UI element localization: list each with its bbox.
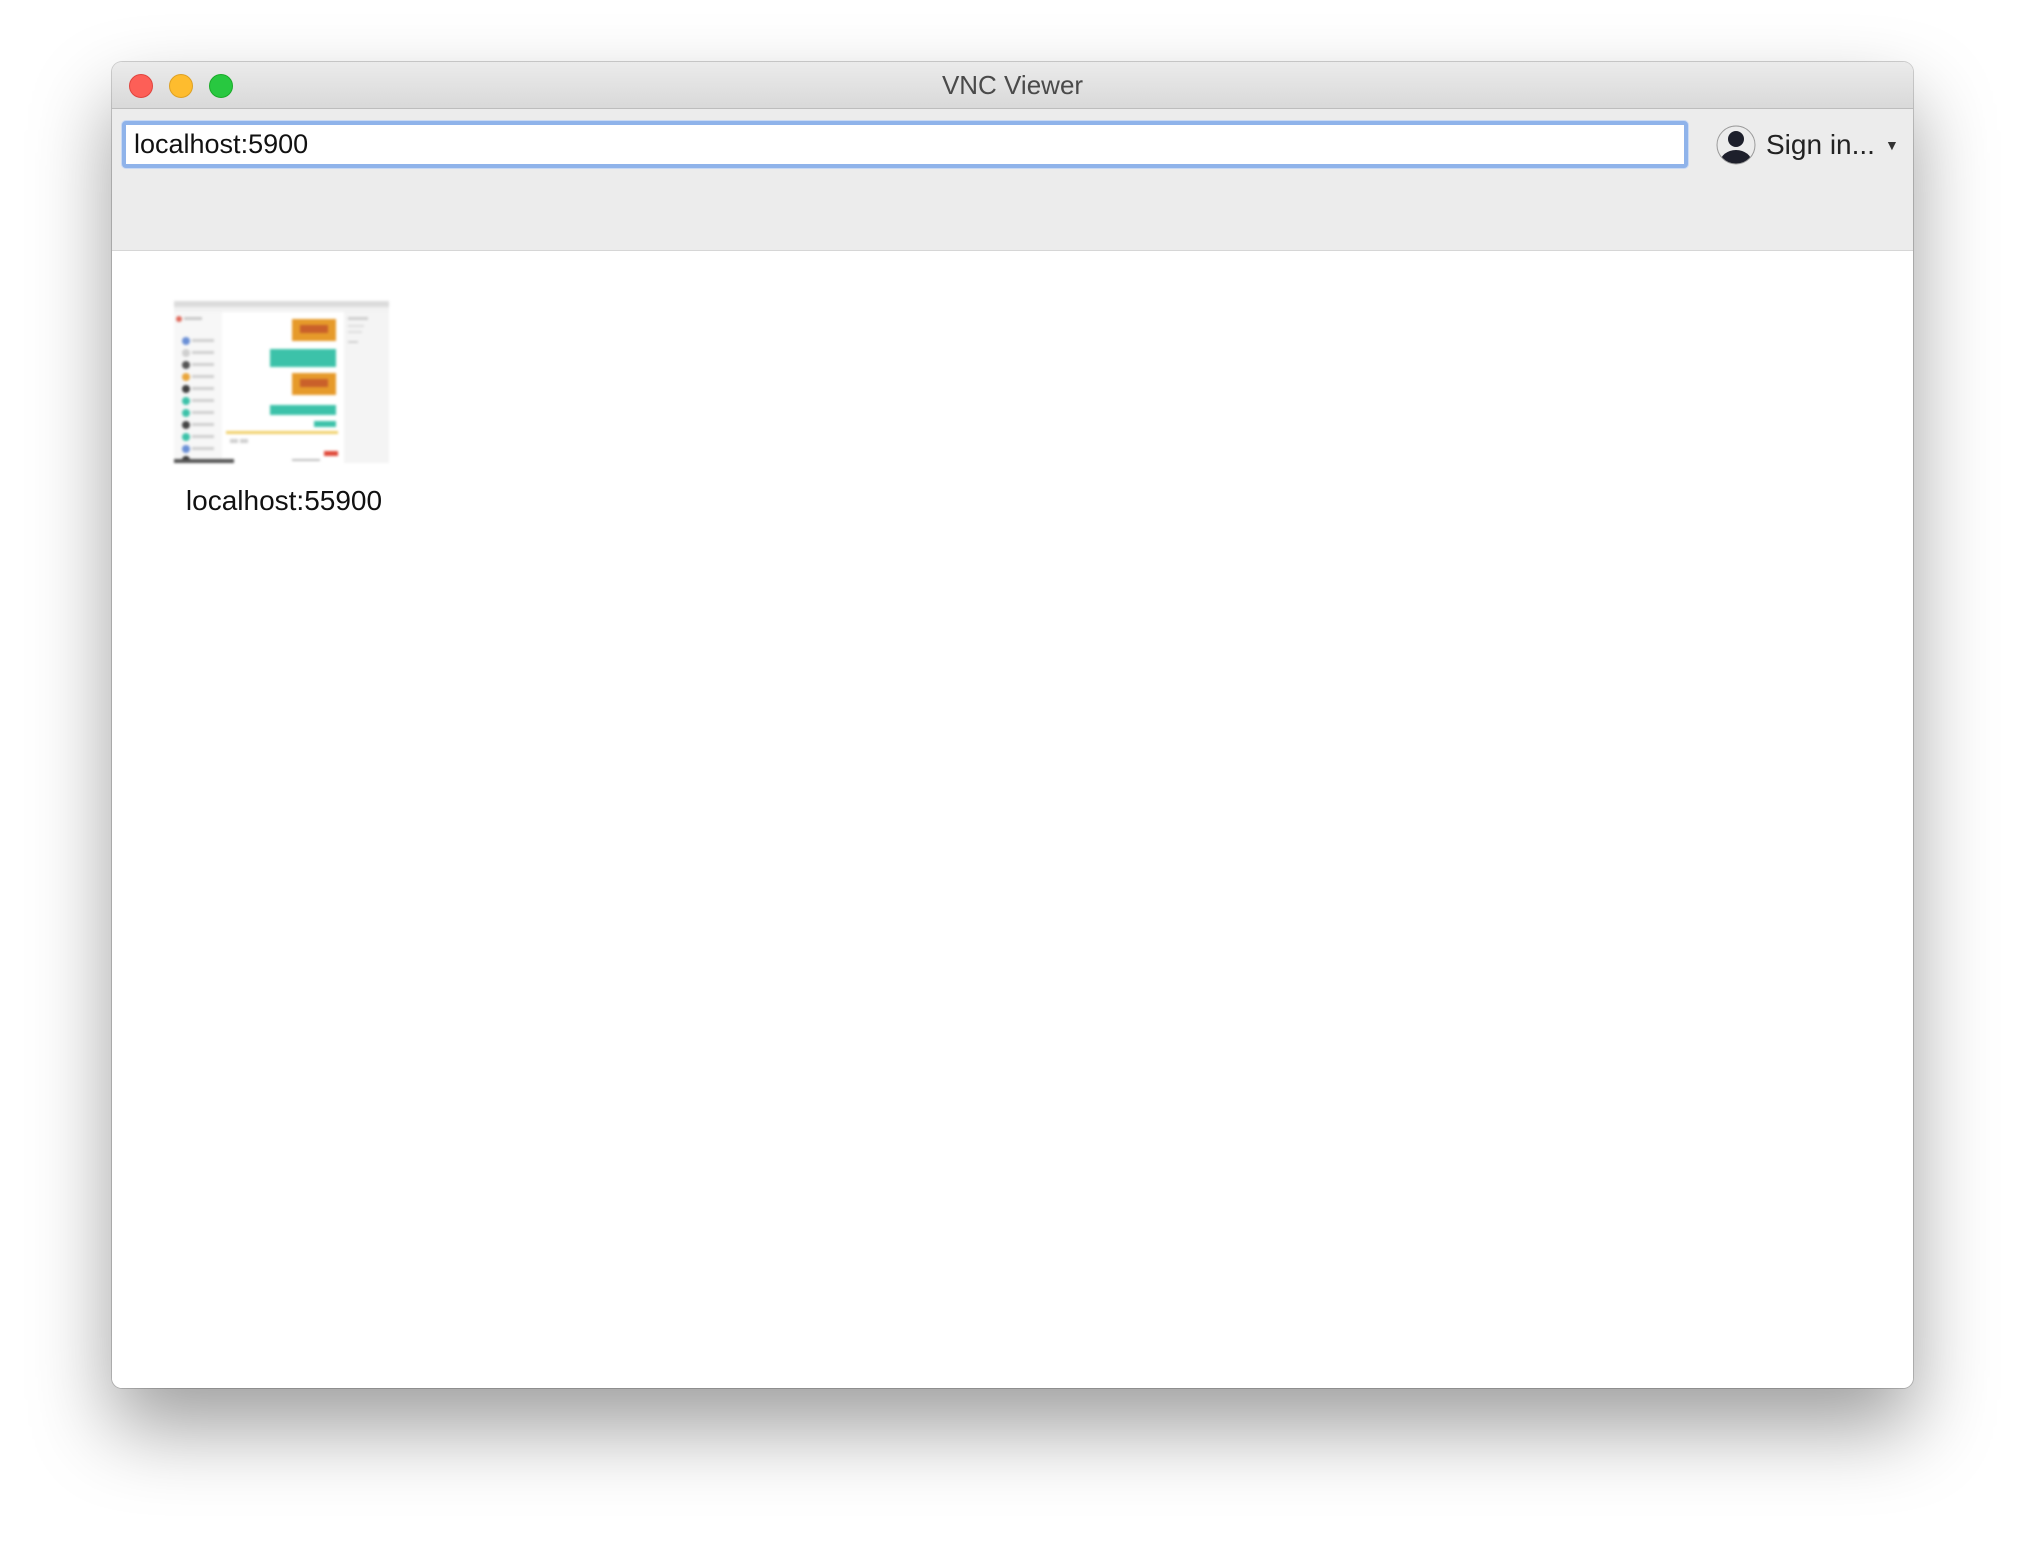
sign-in-label: Sign in...	[1766, 129, 1875, 160]
connection-thumbnail	[174, 301, 389, 463]
chevron-down-icon: ▼	[1884, 137, 1899, 153]
window-title: VNC Viewer	[941, 70, 1084, 100]
sign-in-button[interactable]: Sign in... ▼	[1716, 125, 1899, 165]
address-book-area: localhost:55900	[112, 252, 1913, 1388]
user-avatar-icon	[1716, 125, 1756, 165]
toolbar: Sign in... ▼	[112, 109, 1913, 251]
connection-label: localhost:55900	[185, 485, 383, 516]
connection-tile[interactable]: localhost:55900	[174, 301, 394, 517]
vnc-viewer-window: VNC Viewer Sign in... ▼	[112, 62, 1913, 1388]
title-bar[interactable]: VNC Viewer	[112, 62, 1913, 109]
address-input[interactable]	[122, 121, 1688, 168]
